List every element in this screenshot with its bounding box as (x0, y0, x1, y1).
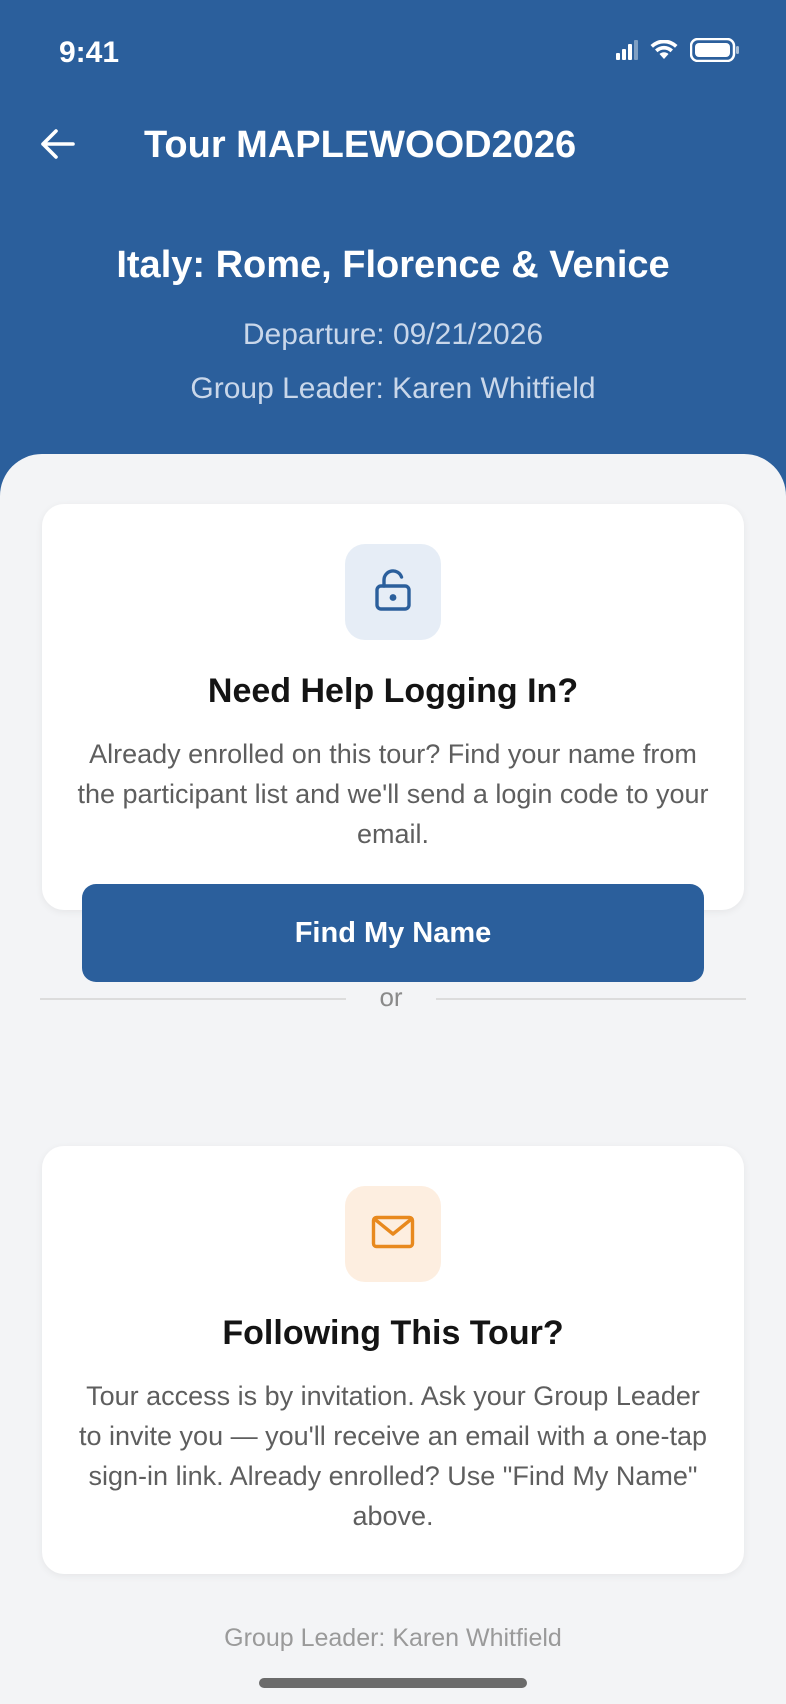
login-help-card: Need Help Logging In? Already enrolled o… (42, 504, 744, 982)
home-indicator (259, 1678, 527, 1688)
mail-icon-tile (345, 1186, 441, 1282)
tour-name: Italy: Rome, Florence & Venice (116, 244, 670, 286)
status-icons (616, 38, 740, 62)
unlock-icon (373, 568, 413, 617)
unlock-icon-tile (345, 544, 441, 640)
arrow-left-icon (40, 128, 76, 165)
departure-date: Departure: 09/21/2026 (242, 318, 544, 351)
content-sheet: Need Help Logging In? Already enrolled o… (0, 454, 786, 1704)
battery-icon (690, 38, 740, 62)
follow-tour-description: Tour access is by invitation. Ask your G… (79, 1381, 707, 1531)
wifi-icon (650, 40, 678, 60)
find-my-name-button[interactable]: Find My Name (82, 884, 704, 982)
header: 9:41 Tour MAPLEWOOD2026 Italy: Rome, Flo… (0, 0, 786, 470)
group-leader: Group Leader: Karen Whitfield (190, 372, 596, 405)
or-divider: or (40, 972, 746, 1022)
footer-group-leader: Group Leader: Karen Whitfield (224, 1624, 562, 1652)
mail-icon (371, 1215, 415, 1254)
nav-bar: Tour MAPLEWOOD2026 (0, 118, 786, 174)
status-bar: 9:41 (0, 0, 786, 110)
follow-tour-heading: Following This Tour? (222, 1314, 564, 1352)
divider-line-right (436, 998, 746, 1000)
status-time: 9:41 (59, 36, 120, 69)
signal-icon (616, 40, 638, 60)
divider-line-left (40, 998, 346, 1000)
divider-label: or (379, 982, 403, 1012)
login-help-description: Already enrolled on this tour? Find your… (77, 739, 709, 849)
page-title: Tour MAPLEWOOD2026 (144, 124, 577, 166)
follow-tour-card: Following This Tour? Tour access is by i… (42, 1146, 744, 1574)
login-help-heading: Need Help Logging In? (207, 672, 579, 710)
back-button[interactable] (34, 122, 82, 170)
